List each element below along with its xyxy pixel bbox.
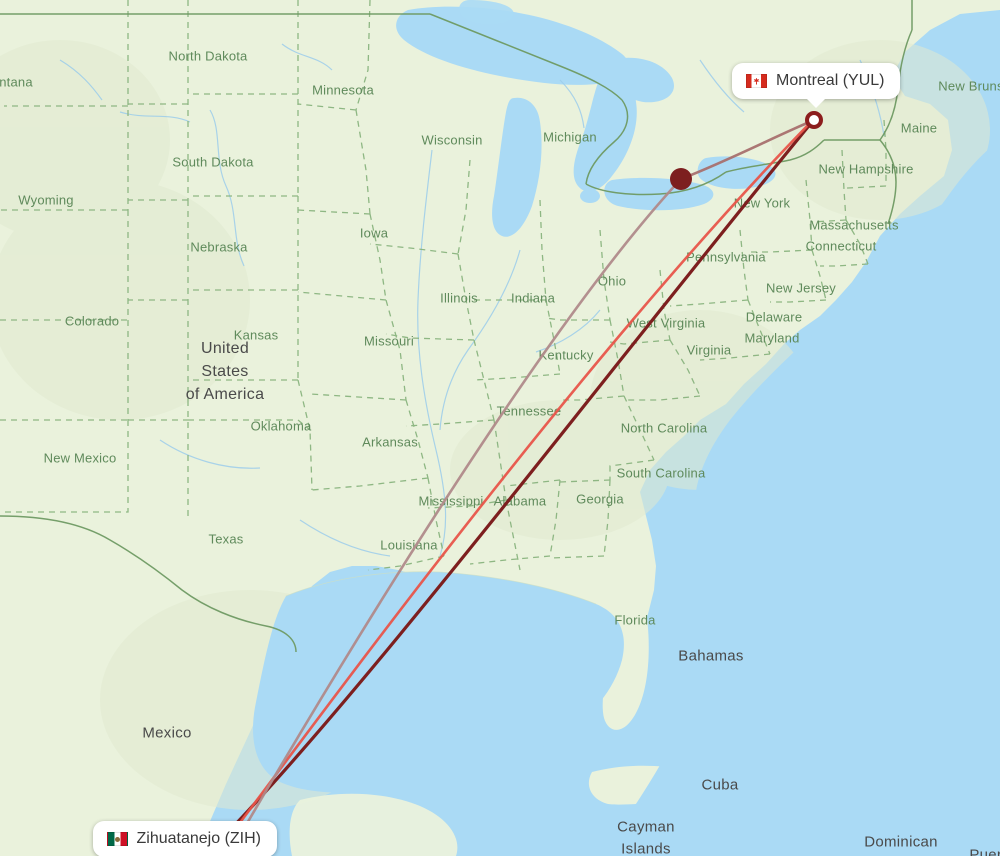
- destination-callout-label: Montreal (YUL): [776, 72, 885, 89]
- route-stop-to-destination: [679, 119, 814, 181]
- flight-routes-layer: [203, 119, 814, 856]
- canada-flag-icon: [746, 74, 767, 88]
- connection-stop-marker[interactable]: [670, 168, 692, 190]
- callout-tail: [805, 97, 827, 108]
- route-via-stop-mauve: [226, 177, 683, 856]
- destination-marker[interactable]: [805, 111, 823, 129]
- flight-route-map[interactable]: ntana North Dakota South Dakota Wyoming Minn…: [0, 0, 1000, 856]
- origin-callout-label: Zihuatanejo (ZIH): [136, 830, 262, 847]
- mexico-flag-icon: [106, 832, 128, 846]
- origin-callout[interactable]: Zihuatanejo (ZIH): [92, 821, 277, 856]
- destination-callout[interactable]: Montreal (YUL): [732, 63, 901, 108]
